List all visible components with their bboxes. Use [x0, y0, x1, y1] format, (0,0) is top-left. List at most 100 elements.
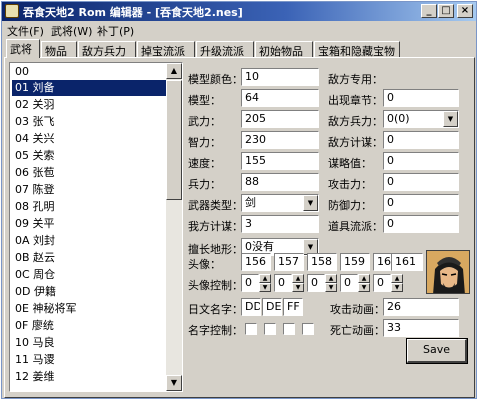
model-field[interactable]: 64	[241, 89, 319, 107]
menu-file[interactable]: 文件(F)	[7, 23, 44, 39]
defense-label: 防御力：	[328, 199, 372, 212]
troops-field[interactable]: 88	[241, 173, 319, 191]
attack-anim-field[interactable]: 26	[383, 298, 459, 316]
list-item[interactable]: 09 关平	[12, 216, 166, 232]
close-icon: ×	[460, 5, 470, 16]
menu-bar: 文件(F) 武将(W) 补丁(P)	[2, 21, 476, 38]
enemy-troops-value: 0(0)	[387, 112, 410, 125]
strategy-label: 谋略值：	[328, 157, 372, 170]
spin-control[interactable]: ▲ ▼	[259, 274, 271, 292]
minimize-button[interactable]: _	[421, 4, 437, 18]
name-control-checkbox[interactable]	[264, 323, 276, 335]
list-item[interactable]: 05 关索	[12, 148, 166, 164]
japanese-name-field[interactable]: FF	[283, 298, 303, 316]
tab-chests[interactable]: 宝箱和隐藏宝物	[314, 41, 400, 58]
save-button[interactable]: Save	[406, 338, 468, 364]
generals-list[interactable]: 00 01 刘备 02 关羽 03 张飞 04 关兴 05 关索 06 张苞 0…	[9, 62, 183, 392]
maximize-button[interactable]: □	[438, 4, 454, 18]
weapon-type-select[interactable]: 剑 ▼	[241, 194, 319, 212]
our-tactic-field[interactable]: 3	[241, 215, 319, 233]
title-bar[interactable]: 吞食天地2 Rom 编辑器 - [吞食天地2.nes] _ □ ×	[2, 2, 476, 21]
name-control-checkbox[interactable]	[283, 323, 295, 335]
chapter-label: 出现章节：	[328, 94, 383, 107]
list-item[interactable]: 0E 神秘将军	[12, 301, 166, 317]
tab-enemy-troops[interactable]: 敌方兵力	[78, 41, 136, 58]
our-tactic-label: 我方计谋：	[188, 220, 243, 233]
tab-items[interactable]: 物品	[41, 41, 77, 58]
tab-levelup-groups[interactable]: 升级流派	[196, 41, 254, 58]
list-item[interactable]: 0B 赵云	[12, 250, 166, 266]
scroll-thumb[interactable]	[166, 80, 182, 200]
list-item[interactable]: 11 马谡	[12, 352, 166, 368]
terrain-value: 0没有	[245, 240, 274, 253]
spin-control[interactable]: ▲ ▼	[391, 274, 403, 292]
spin-control[interactable]: ▲ ▼	[292, 274, 304, 292]
strength-field[interactable]: 205	[241, 110, 319, 128]
enemy-tactic-field[interactable]: 0	[383, 131, 459, 149]
menu-patch[interactable]: 补丁(P)	[97, 23, 134, 39]
name-control-checkbox[interactable]	[245, 323, 257, 335]
avatar-control-field[interactable]: 0	[373, 274, 391, 292]
close-button[interactable]: ×	[457, 4, 473, 18]
avatar-control-field[interactable]: 0	[241, 274, 259, 292]
weapon-type-value: 剑	[245, 196, 256, 209]
list-item-selected[interactable]: 01 刘备	[12, 80, 166, 96]
chapter-field[interactable]: 0	[383, 89, 459, 107]
list-item[interactable]: 03 张飞	[12, 114, 166, 130]
list-item[interactable]: 0A 刘封	[12, 233, 166, 249]
japanese-name-field[interactable]: DE	[262, 298, 282, 316]
arrow-up-icon: ▲	[170, 66, 178, 75]
intelligence-field[interactable]: 230	[241, 131, 319, 149]
avatar-field[interactable]: 161	[391, 253, 423, 271]
chevron-down-icon[interactable]: ▼	[303, 195, 318, 211]
list-item[interactable]: 04 关兴	[12, 131, 166, 147]
minimize-icon: _	[426, 5, 432, 16]
japanese-name-field[interactable]: DD	[241, 298, 261, 316]
app-icon	[5, 4, 19, 18]
avatar-control-field[interactable]: 0	[274, 274, 292, 292]
death-anim-field[interactable]: 33	[383, 319, 459, 337]
avatar-field[interactable]: 158	[307, 253, 337, 271]
list-item[interactable]: 06 张苞	[12, 165, 166, 181]
speed-field[interactable]: 155	[241, 152, 319, 170]
list-item[interactable]: 02 关羽	[12, 97, 166, 113]
speed-label: 速度：	[188, 157, 221, 170]
avatar-field[interactable]: 156	[241, 253, 271, 271]
name-control-checkbox[interactable]	[302, 323, 314, 335]
enemy-tactic-label: 敌方计谋：	[328, 136, 383, 149]
menu-generals[interactable]: 武将(W)	[51, 23, 92, 39]
avatar-field[interactable]: 159	[340, 253, 370, 271]
scroll-down-button[interactable]: ▼	[166, 375, 182, 391]
list-scrollbar[interactable]: ▲ ▼	[166, 63, 182, 391]
list-item[interactable]: 12 姜维	[12, 369, 166, 385]
scroll-up-button[interactable]: ▲	[166, 63, 182, 79]
spin-control[interactable]: ▲ ▼	[325, 274, 337, 292]
list-item[interactable]: 10 马良	[12, 335, 166, 351]
enemy-troops-select[interactable]: 0(0) ▼	[383, 110, 459, 128]
model-color-field[interactable]: 10	[241, 68, 319, 86]
app-window: 吞食天地2 Rom 编辑器 - [吞食天地2.nes] _ □ × 文件(F) …	[1, 1, 477, 399]
model-label: 模型：	[188, 94, 221, 107]
spin-control[interactable]: ▲ ▼	[358, 274, 370, 292]
avatar-control-field[interactable]: 0	[340, 274, 358, 292]
attack-field[interactable]: 0	[383, 173, 459, 191]
list-item[interactable]: 00	[12, 64, 166, 80]
death-anim-label: 死亡动画：	[330, 324, 385, 337]
tab-initial-items[interactable]: 初始物品	[255, 41, 313, 58]
strategy-field[interactable]: 0	[383, 152, 459, 170]
tab-drop-groups[interactable]: 掉宝流派	[137, 41, 195, 58]
chevron-down-icon[interactable]: ▼	[443, 111, 458, 127]
list-item[interactable]: 0D 伊籍	[12, 284, 166, 300]
avatar-control-field[interactable]: 0	[307, 274, 325, 292]
tab-generals[interactable]: 武将	[6, 39, 40, 58]
maximize-icon: □	[441, 5, 451, 16]
drop-group-field[interactable]: 0	[383, 215, 459, 233]
enemy-only-label: 敌方专用：	[328, 73, 383, 86]
defense-field[interactable]: 0	[383, 194, 459, 212]
list-item[interactable]: 07 陈登	[12, 182, 166, 198]
drop-group-label: 道具流派：	[328, 220, 383, 233]
avatar-field[interactable]: 157	[274, 253, 304, 271]
list-item[interactable]: 08 孔明	[12, 199, 166, 215]
list-item[interactable]: 0F 廖统	[12, 318, 166, 334]
list-item[interactable]: 0C 周仓	[12, 267, 166, 283]
